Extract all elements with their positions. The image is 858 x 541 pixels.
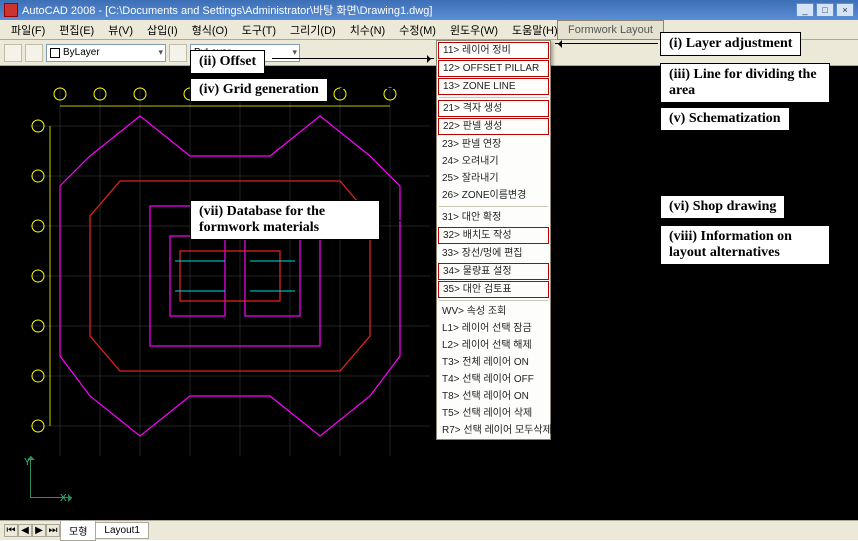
close-button[interactable]: × xyxy=(836,3,854,17)
menu-item-all-on[interactable]: T3> 전체 레이어 ON xyxy=(437,354,550,371)
tab-nav-last[interactable]: ⏭ xyxy=(46,524,60,537)
menu-separator xyxy=(439,97,548,98)
layer-selector[interactable]: ByLayer xyxy=(46,44,166,62)
menu-item-sel-on[interactable]: T8> 선택 레이어 ON xyxy=(437,388,550,405)
menu-item-layer-adjust[interactable]: 11> 레이어 정비 xyxy=(438,42,549,59)
tab-layout1[interactable]: Layout1 xyxy=(95,522,149,539)
tab-nav-prev[interactable]: ◀ xyxy=(18,524,32,537)
title-bar: AutoCAD 2008 - [C:\Documents and Setting… xyxy=(0,0,858,20)
window-title: AutoCAD 2008 - [C:\Documents and Setting… xyxy=(22,2,796,18)
callout-shop-drawing: (vi) Shop drawing xyxy=(660,195,785,219)
menu-item-alt-review[interactable]: 35> 대안 검토표 xyxy=(438,281,549,298)
menu-item-joist-edit[interactable]: 33> 장선/멍에 편집 xyxy=(437,245,550,262)
menu-separator xyxy=(439,206,548,207)
menu-insert[interactable]: 삽입(I) xyxy=(140,20,185,40)
toolbar-button[interactable] xyxy=(25,44,43,62)
callout-zone-line: (iii) Line for dividing the area xyxy=(660,63,830,103)
layer-selector-value: ByLayer xyxy=(63,47,100,58)
ucs-y-label: Y xyxy=(24,457,31,468)
menu-dimension[interactable]: 치수(N) xyxy=(343,20,393,40)
callout-grid-generation: (iv) Grid generation xyxy=(190,78,328,102)
menu-item-layer-unlock[interactable]: L2> 레이어 선택 해제 xyxy=(437,337,550,354)
menu-item-sel-del[interactable]: T5> 선택 레이어 삭제 xyxy=(437,405,550,422)
menu-item-layer-lock[interactable]: L1> 레이어 선택 잠금 xyxy=(437,320,550,337)
menu-item-panel-extend[interactable]: 23> 판넬 연장 xyxy=(437,136,550,153)
callout-offset: (ii) Offset xyxy=(190,50,265,74)
menu-item-material-db[interactable]: 34> 물량표 설정 xyxy=(438,263,549,280)
formwork-layout-tab[interactable]: Formwork Layout xyxy=(557,20,664,40)
callout-arrow xyxy=(555,238,658,239)
maximize-button[interactable]: □ xyxy=(816,3,834,17)
layout-tabs: ⏮ ◀ ▶ ⏭ 모형 Layout1 xyxy=(0,520,858,540)
callout-arrow xyxy=(382,220,434,221)
callout-layer-adjustment: (i) Layer adjustment xyxy=(660,32,801,56)
menu-item-prop-view[interactable]: WV> 속성 조회 xyxy=(437,303,550,320)
menu-draw[interactable]: 그리기(D) xyxy=(283,20,343,40)
callout-arrow xyxy=(555,43,658,44)
menu-item-grid-gen[interactable]: 21> 격자 생성 xyxy=(438,100,549,117)
tab-nav-next[interactable]: ▶ xyxy=(32,524,46,537)
callout-arrow xyxy=(555,205,658,206)
callout-alt-info: (viii) Information on layout alternative… xyxy=(660,225,830,265)
menu-separator xyxy=(439,300,548,301)
window-buttons: _ □ × xyxy=(796,3,854,17)
autocad-window: AutoCAD 2008 - [C:\Documents and Setting… xyxy=(0,0,858,540)
floor-plan xyxy=(30,86,430,456)
menu-item-shop-drawing[interactable]: 32> 배치도 작성 xyxy=(438,227,549,244)
menu-view[interactable]: 뷰(V) xyxy=(101,20,140,40)
app-icon xyxy=(4,3,18,17)
plan-svg xyxy=(30,86,430,456)
menu-item-sel-off[interactable]: T4> 선택 레이어 OFF xyxy=(437,371,550,388)
callout-arrow xyxy=(340,88,434,89)
menu-item-cutout[interactable]: 24> 오려내기 xyxy=(437,153,550,170)
menu-window[interactable]: 윈도우(W) xyxy=(443,20,505,40)
menu-item-trim[interactable]: 25> 잘라내기 xyxy=(437,170,550,187)
drawing-canvas[interactable]: Y X xyxy=(0,66,858,520)
toolbar-button[interactable] xyxy=(169,44,187,62)
menu-item-zone-line[interactable]: 13> ZONE LINE xyxy=(438,78,549,95)
callout-schematization: (v) Schematization xyxy=(660,107,790,131)
menu-item-alt-confirm[interactable]: 31> 대안 확정 xyxy=(437,209,550,226)
menu-edit[interactable]: 편집(E) xyxy=(52,20,101,40)
color-swatch-icon xyxy=(50,48,60,58)
minimize-button[interactable]: _ xyxy=(796,3,814,17)
menu-file[interactable]: 파일(F) xyxy=(4,20,52,40)
toolbar-button[interactable] xyxy=(4,44,22,62)
menu-format[interactable]: 형식(O) xyxy=(185,20,235,40)
callout-arrow xyxy=(272,58,434,59)
formwork-layout-menu: 11> 레이어 정비 12> OFFSET PILLAR 13> ZONE LI… xyxy=(436,40,551,440)
ucs-x-label: X xyxy=(60,493,67,504)
callout-arrow xyxy=(555,115,658,116)
menu-help[interactable]: 도움말(H) xyxy=(505,20,565,40)
menu-item-zone-rename[interactable]: 26> ZONE이름변경 xyxy=(437,187,550,204)
callout-arrow xyxy=(555,74,658,75)
tab-nav-first[interactable]: ⏮ xyxy=(4,524,18,537)
menu-item-panel-gen[interactable]: 22> 판넬 생성 xyxy=(438,118,549,135)
menu-modify[interactable]: 수정(M) xyxy=(392,20,443,40)
tab-model[interactable]: 모형 xyxy=(60,520,96,541)
menu-item-offset-pillar[interactable]: 12> OFFSET PILLAR xyxy=(438,60,549,77)
callout-material-db: (vii) Database for the formwork material… xyxy=(190,200,380,240)
menu-item-sel-delall[interactable]: R7> 선택 레이어 모두삭제 xyxy=(437,422,550,439)
menu-tools[interactable]: 도구(T) xyxy=(235,20,283,40)
